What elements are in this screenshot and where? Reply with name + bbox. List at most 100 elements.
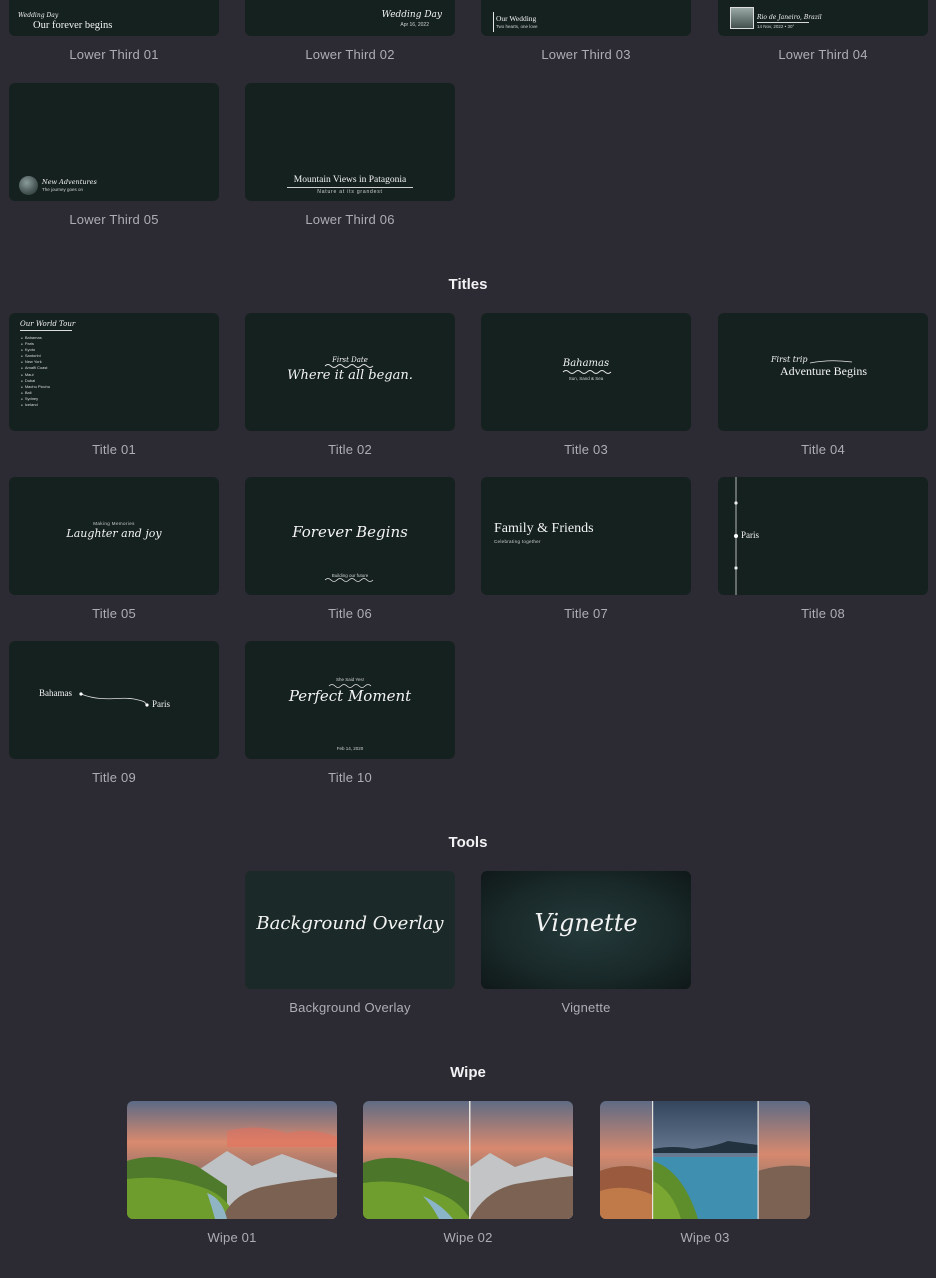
t03-line2: Sun, Sand & Sea [568, 376, 604, 381]
title-02-card[interactable]: First Date Where it all began. Title 02 [245, 313, 455, 457]
wipe-02-thumbnail[interactable] [363, 1101, 573, 1219]
title-08-caption: Title 08 [801, 606, 845, 621]
wipe-02-card[interactable]: Wipe 02 [363, 1101, 573, 1245]
lower-third-01-thumbnail[interactable]: Wedding Day Our forever begins [9, 0, 219, 36]
wipe-03-thumbnail[interactable] [600, 1101, 810, 1219]
title-07-caption: Title 07 [564, 606, 608, 621]
lt01-line2: Our forever begins [33, 20, 113, 31]
wipe-02-landscape-image [363, 1101, 573, 1219]
lt05-avatar [19, 176, 38, 195]
t03-squiggle-icon [562, 370, 612, 374]
lt02-line1: Wedding Day [381, 10, 442, 20]
lower-third-02-thumbnail[interactable]: Wedding Day Apr 16, 2022 [245, 0, 455, 36]
lower-third-01-card[interactable]: Wedding Day Our forever begins Lower Thi… [9, 0, 219, 62]
tool-background-overlay-card[interactable]: Background Overlay Background Overlay [245, 871, 455, 1015]
title-10-card[interactable]: She Said Yes! Perfect Moment Feb 14, 202… [245, 641, 455, 785]
t05-line1: Making Memories [93, 521, 135, 526]
wipe-03-caption: Wipe 03 [680, 1230, 730, 1245]
section-heading-wipe: Wipe [450, 1064, 486, 1081]
lt05-line1: New Adventures [42, 178, 97, 186]
section-heading-tools: Tools [448, 834, 488, 851]
lower-third-02-card[interactable]: Wedding Day Apr 16, 2022 Lower Third 02 [245, 0, 455, 62]
lower-third-01-caption: Lower Third 01 [69, 47, 159, 62]
title-06-caption: Title 06 [328, 606, 372, 621]
title-08-card[interactable]: Paris Title 08 [718, 477, 928, 621]
wipe-02-caption: Wipe 02 [443, 1230, 493, 1245]
t01-heading: Our World Tour [20, 320, 76, 328]
title-01-card[interactable]: Our World Tour BahamasParisKyoto Santori… [9, 313, 219, 457]
t08-line1: Paris [741, 530, 759, 540]
title-05-caption: Title 05 [92, 606, 136, 621]
lt05-line2: The journey goes on [42, 187, 84, 192]
title-04-thumbnail[interactable]: First trip Adventure Begins [718, 313, 928, 431]
title-02-thumbnail[interactable]: First Date Where it all began. [245, 313, 455, 431]
tool-vignette-thumbnail[interactable]: Vignette [481, 871, 691, 989]
title-10-caption: Title 10 [328, 770, 372, 785]
lower-third-04-caption: Lower Third 04 [778, 47, 868, 62]
lt01-line1: Wedding Day [18, 12, 59, 19]
t01-underline [20, 330, 72, 331]
tool-background-overlay-thumbnail[interactable]: Background Overlay [245, 871, 455, 989]
title-09-caption: Title 09 [92, 770, 136, 785]
title-06-card[interactable]: Forever Begins Building our future Title… [245, 477, 455, 621]
lower-third-04-card[interactable]: Rio de Janeiro, Brazil 14 Nov, 2022 • 30… [718, 0, 928, 62]
wipe-01-landscape-image [127, 1101, 337, 1219]
lower-third-05-thumbnail[interactable]: New Adventures The journey goes on [9, 83, 219, 201]
wipe-01-caption: Wipe 01 [207, 1230, 257, 1245]
title-07-thumbnail[interactable]: Family & Friends Celebrating together [481, 477, 691, 595]
t04-line2: Adventure Begins [780, 364, 867, 378]
wipe-01-card[interactable]: Wipe 01 [127, 1101, 337, 1245]
t02-line2: Where it all began. [287, 368, 413, 383]
title-10-thumbnail[interactable]: She Said Yes! Perfect Moment Feb 14, 202… [245, 641, 455, 759]
lt03-vertical-rule [493, 12, 494, 32]
lt03-line2: Two hearts, one love [496, 24, 538, 29]
t07-line2: Celebrating together [494, 539, 541, 544]
title-07-card[interactable]: Family & Friends Celebrating together Ti… [481, 477, 691, 621]
lower-third-06-caption: Lower Third 06 [305, 212, 395, 227]
title-02-caption: Title 02 [328, 442, 372, 457]
wipe-03-card[interactable]: Wipe 03 [600, 1101, 810, 1245]
t05-line2: Laughter and joy [66, 527, 162, 540]
title-01-thumbnail[interactable]: Our World Tour BahamasParisKyoto Santori… [9, 313, 219, 431]
tool-vignette-text: Vignette [534, 909, 638, 937]
t09-route-icon [79, 692, 149, 707]
lower-third-03-caption: Lower Third 03 [541, 47, 631, 62]
title-08-thumbnail[interactable]: Paris [718, 477, 928, 595]
tool-bg-overlay-text: Background Overlay [256, 913, 444, 934]
title-04-caption: Title 04 [801, 442, 845, 457]
title-03-thumbnail[interactable]: Bahamas Sun, Sand & Sea [481, 313, 691, 431]
lt03-line1: Our Wedding [496, 14, 537, 23]
lower-third-03-thumbnail[interactable]: Our Wedding Two hearts, one love [481, 0, 691, 36]
title-06-thumbnail[interactable]: Forever Begins Building our future [245, 477, 455, 595]
title-03-card[interactable]: Bahamas Sun, Sand & Sea Title 03 [481, 313, 691, 457]
title-04-card[interactable]: First trip Adventure Begins Title 04 [718, 313, 928, 457]
lower-third-04-thumbnail[interactable]: Rio de Janeiro, Brazil 14 Nov, 2022 • 30… [718, 0, 928, 36]
t10-line2: Perfect Moment [288, 687, 412, 705]
title-09-thumbnail[interactable]: Bahamas Paris [9, 641, 219, 759]
t07-line1: Family & Friends [494, 521, 594, 536]
t01-destination-list: BahamasParisKyoto SantoriniNew YorkAmalf… [21, 335, 50, 408]
lower-third-06-thumbnail[interactable]: Mountain Views in Patagonia Nature at it… [245, 83, 455, 201]
lower-third-05-card[interactable]: New Adventures The journey goes on Lower… [9, 83, 219, 227]
title-05-thumbnail[interactable]: Making Memories Laughter and joy [9, 477, 219, 595]
lt06-divider [287, 187, 413, 188]
wipe-01-thumbnail[interactable] [127, 1101, 337, 1219]
lt04-line2: 14 Nov, 2022 • 30° [757, 24, 795, 29]
lt06-line2: Nature at its grandest [317, 189, 383, 195]
t10-line3: Feb 14, 2020 [336, 746, 364, 751]
title-05-card[interactable]: Making Memories Laughter and joy Title 0… [9, 477, 219, 621]
lt04-line1: Rio de Janeiro, Brazil [757, 14, 822, 21]
lt06-line1: Mountain Views in Patagonia [293, 175, 407, 185]
t06-squiggle-icon [324, 578, 374, 582]
title-01-caption: Title 01 [92, 442, 136, 457]
lower-third-03-card[interactable]: Our Wedding Two hearts, one love Lower T… [481, 0, 691, 62]
t09-line2: Paris [152, 699, 170, 709]
title-09-card[interactable]: Bahamas Paris Title 09 [9, 641, 219, 785]
lower-third-06-card[interactable]: Mountain Views in Patagonia Nature at it… [245, 83, 455, 227]
lower-third-05-caption: Lower Third 05 [69, 212, 159, 227]
wipe-03-landscape-image [600, 1101, 810, 1219]
tool-vignette-card[interactable]: Vignette Vignette [481, 871, 691, 1015]
lt04-divider [757, 22, 809, 23]
section-heading-titles: Titles [448, 276, 488, 293]
template-browser: Wedding Day Our forever begins Lower Thi… [0, 0, 936, 1278]
